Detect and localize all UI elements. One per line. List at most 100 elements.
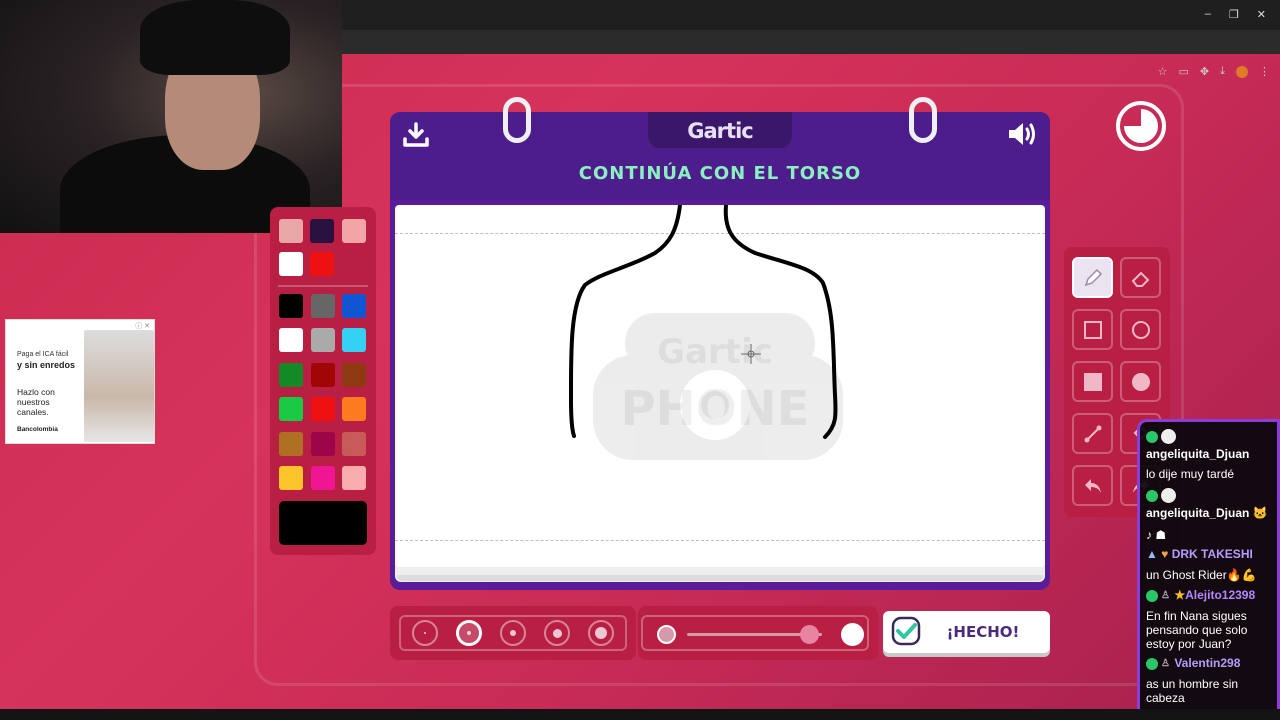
- notebook-header: Gartic CONTINÚA CON EL TORSO: [390, 112, 1050, 200]
- color-swatch[interactable]: [342, 466, 366, 490]
- color-swatch[interactable]: [310, 328, 335, 353]
- ad-photo: [84, 330, 154, 442]
- color-swatch[interactable]: [310, 466, 335, 490]
- watermark-text-bottom: PHONE: [620, 381, 809, 437]
- prompt-title: CONTINÚA CON EL TORSO: [578, 163, 862, 184]
- chat-username[interactable]: angeliquita_Djuan: [1146, 447, 1249, 461]
- chat-message: En fin Nana sigues pensando que solo est…: [1146, 609, 1248, 651]
- chat-username-text: DRK TAKESHI: [1171, 547, 1253, 561]
- opacity-min-indicator: [657, 625, 676, 644]
- brush-size-option[interactable]: [412, 620, 438, 646]
- gartic-logo: Gartic: [687, 119, 753, 143]
- restore-button[interactable]: ❐: [1229, 8, 1239, 21]
- chat-username-text: Alejito12398: [1185, 588, 1256, 602]
- drawing-canvas[interactable]: Gartic PHONE: [395, 205, 1045, 567]
- chat-message: un Ghost Rider🔥💪: [1146, 568, 1257, 582]
- line-tool[interactable]: [1072, 413, 1113, 454]
- avatar-badge-icon: [1161, 488, 1176, 504]
- cast-icon[interactable]: ▭: [1179, 65, 1189, 78]
- ellipse-fill-tool[interactable]: [1120, 361, 1161, 402]
- star-icon[interactable]: ☆: [1158, 65, 1168, 78]
- opacity-panel: [638, 606, 878, 660]
- color-swatch[interactable]: [279, 397, 303, 422]
- star-badge-icon: ★: [1174, 588, 1186, 602]
- user-badge-icon: ♙: [1161, 657, 1170, 669]
- browser-tab-bar: – ❐ ✕: [342, 0, 1280, 30]
- advertisement[interactable]: ⓘ ✕ Paga el ICA fácil y sin enredos Hazl…: [5, 319, 155, 444]
- extensions-icon[interactable]: ✥: [1200, 65, 1209, 78]
- close-window-button[interactable]: ✕: [1257, 8, 1266, 21]
- browser-toolbar-icons: ☆ ▭ ✥ ⤓ ⋮: [1158, 65, 1270, 78]
- color-swatch[interactable]: [310, 362, 335, 387]
- eraser-tool[interactable]: [1120, 257, 1161, 298]
- menu-icon[interactable]: ⋮: [1259, 65, 1270, 78]
- pencil-tool[interactable]: [1072, 257, 1113, 298]
- rectangle-outline-tool[interactable]: [1072, 309, 1113, 350]
- color-swatch[interactable]: [342, 328, 366, 353]
- sound-icon[interactable]: [1006, 120, 1038, 148]
- mod-badge-icon: [1146, 589, 1158, 602]
- browser-address-bar: ☆ ▭ ✥ ⤓ ⋮: [342, 30, 1280, 78]
- chat-message: as un hombre sin cabeza: [1146, 677, 1239, 705]
- mod-badge-icon: [1146, 489, 1158, 502]
- checkmark-icon: [891, 616, 921, 646]
- current-color: [279, 501, 367, 545]
- undo-tool[interactable]: [1072, 465, 1113, 506]
- color-swatch[interactable]: [279, 252, 303, 276]
- eraser-icon: [1131, 271, 1149, 287]
- color-swatch[interactable]: [279, 431, 303, 456]
- opacity-thumb[interactable]: [799, 625, 819, 644]
- color-swatch[interactable]: [279, 362, 303, 387]
- color-swatch[interactable]: [310, 431, 335, 456]
- pencil-icon: [1084, 268, 1102, 286]
- profile-icon[interactable]: [1236, 65, 1248, 78]
- brush-size-option[interactable]: [456, 620, 482, 646]
- opacity-max-indicator: [841, 623, 864, 646]
- watermark-text-top: Gartic: [657, 332, 773, 372]
- color-swatch[interactable]: [279, 328, 303, 353]
- brush-size-dot: [552, 628, 562, 638]
- done-button[interactable]: ¡HECHO!: [883, 611, 1050, 653]
- minimize-button[interactable]: –: [1205, 8, 1211, 21]
- color-swatch[interactable]: [310, 397, 335, 422]
- chat-username[interactable]: ♙ ★Alejito12398: [1146, 588, 1255, 602]
- chat-username[interactable]: ▲ ♥ DRK TAKESHI: [1146, 547, 1253, 561]
- chat-badges: [1146, 429, 1176, 445]
- color-swatch[interactable]: [279, 466, 303, 490]
- circle-outline-icon: [1131, 320, 1150, 339]
- color-swatch[interactable]: [310, 252, 334, 276]
- color-swatch[interactable]: [310, 294, 335, 318]
- ad-line-3: Hazlo con nuestros canales.: [17, 387, 55, 417]
- brush-size-dot: [424, 632, 426, 634]
- canvas-drawing: Gartic PHONE: [568, 205, 843, 460]
- ellipse-outline-tool[interactable]: [1120, 309, 1161, 350]
- brush-size-option[interactable]: [500, 620, 526, 646]
- color-swatch[interactable]: [342, 294, 366, 318]
- chat-username-text: Valentin298: [1174, 656, 1241, 670]
- color-swatch[interactable]: [342, 219, 366, 243]
- circle-filled-icon: [1131, 372, 1150, 391]
- rectangle-fill-tool[interactable]: [1072, 361, 1113, 402]
- color-swatch[interactable]: [342, 362, 366, 387]
- brush-size-dot: [467, 631, 471, 635]
- download-icon[interactable]: [402, 122, 430, 148]
- color-swatch[interactable]: [279, 294, 303, 318]
- chat-badges: ♪ ☗: [1146, 528, 1166, 542]
- color-swatch[interactable]: [279, 219, 303, 243]
- undo-icon: [1084, 478, 1101, 493]
- color-swatch[interactable]: [342, 397, 366, 422]
- chat-username[interactable]: angeliquita_Djuan 🐱: [1146, 506, 1268, 520]
- chat-username[interactable]: ♙ Valentin298: [1146, 656, 1240, 670]
- brush-size-option[interactable]: [588, 620, 614, 646]
- tiktok-icon: ♪: [1146, 528, 1152, 542]
- download-icon[interactable]: ⤓: [1220, 65, 1225, 78]
- chat-badges: [1146, 488, 1176, 504]
- color-swatch[interactable]: [342, 431, 366, 456]
- sticker-icon: ☗: [1155, 528, 1167, 542]
- window-controls: – ❐ ✕: [1205, 8, 1266, 21]
- color-swatch[interactable]: [310, 219, 334, 243]
- opacity-slider[interactable]: [641, 615, 869, 651]
- brush-size-option[interactable]: [544, 620, 570, 646]
- mod-badge-icon: [1146, 430, 1158, 443]
- logo-tab: Gartic: [648, 112, 792, 148]
